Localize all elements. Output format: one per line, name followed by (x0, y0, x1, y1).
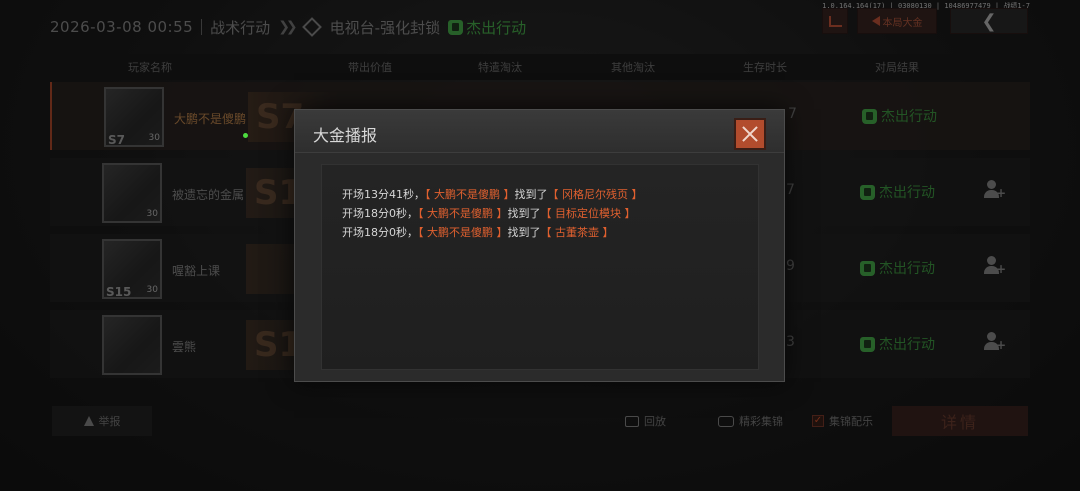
msg-player: 【 大鹏不是傻鹏 】 (418, 226, 508, 239)
broadcast-list: 开场13分41秒，【 大鹏不是傻鹏 】找到了【 冈格尼尔残页 】 开场18分0秒… (321, 164, 759, 370)
msg-verb: 找到了 (507, 207, 541, 220)
list-item: 开场18分0秒，【 大鹏不是傻鹏 】找到了【 古董茶壶 】 (342, 223, 758, 242)
list-item: 开场18分0秒，【 大鹏不是傻鹏 】找到了【 目标定位模块 】 (342, 204, 758, 223)
msg-time: 开场13分41秒， (342, 188, 425, 201)
msg-verb: 找到了 (507, 226, 541, 239)
close-button[interactable] (734, 118, 766, 150)
dialog-title: 大金播报 (313, 126, 378, 145)
msg-player: 【 大鹏不是傻鹏 】 (425, 188, 515, 201)
msg-item: 【 古董茶壶 】 (540, 226, 614, 239)
list-item: 开场13分41秒，【 大鹏不是傻鹏 】找到了【 冈格尼尔残页 】 (342, 185, 758, 204)
msg-player: 【 大鹏不是傻鹏 】 (418, 207, 508, 220)
msg-verb: 找到了 (514, 188, 548, 201)
dialog-header: 大金播报 (295, 110, 784, 153)
msg-time: 开场18分0秒， (342, 226, 418, 239)
msg-item: 【 冈格尼尔残页 】 (547, 188, 643, 201)
broadcast-dialog: 大金播报 开场13分41秒，【 大鹏不是傻鹏 】找到了【 冈格尼尔残页 】 开场… (294, 109, 785, 382)
cursor-indicator (243, 133, 248, 138)
msg-item: 【 目标定位模块 】 (540, 207, 636, 220)
msg-time: 开场18分0秒， (342, 207, 418, 220)
